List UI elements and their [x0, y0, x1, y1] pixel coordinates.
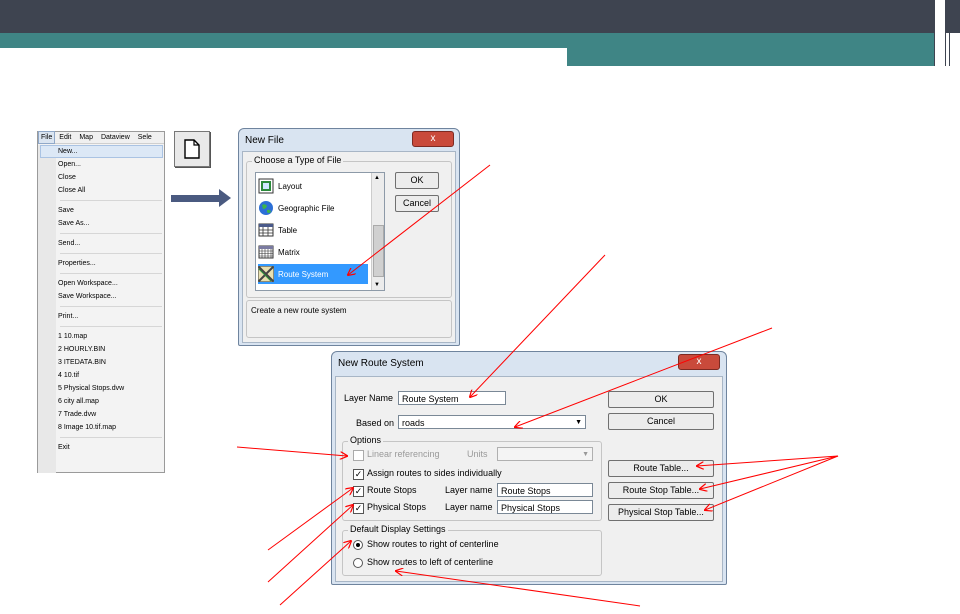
red-annotation-arrows [236, 164, 839, 607]
blue-arrow-icon [171, 189, 231, 207]
annotation-overlay [171, 164, 839, 607]
